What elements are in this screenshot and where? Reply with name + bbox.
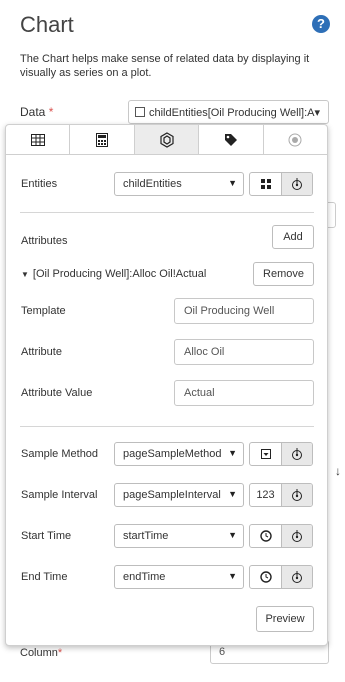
attribute-label: Attribute <box>21 346 62 358</box>
dynamic-value-icon[interactable] <box>281 484 312 506</box>
panel-tabs <box>6 125 327 155</box>
add-attribute-button[interactable]: Add <box>272 225 314 249</box>
divider <box>20 426 314 427</box>
attribute-field[interactable]: Alloc Oil <box>174 339 314 365</box>
start-time-value: startTime <box>123 530 169 542</box>
template-label: Template <box>21 305 66 317</box>
calculator-icon <box>96 132 109 147</box>
attributes-label: Attributes <box>21 235 68 247</box>
start-time-label: Start Time <box>21 530 72 542</box>
sample-interval-value: pageSampleInterval <box>123 489 221 501</box>
help-icon[interactable]: ? <box>312 15 330 33</box>
page-title: Chart <box>20 12 74 37</box>
remove-attribute-button[interactable]: Remove <box>253 262 314 286</box>
tab-calculator[interactable] <box>70 125 135 154</box>
sample-interval-label: Sample Interval <box>21 489 98 501</box>
clock-icon[interactable] <box>250 525 281 547</box>
sample-method-value: pageSampleMethod <box>123 448 222 460</box>
table-icon <box>30 133 45 146</box>
caret-down-icon: ▼ <box>228 489 237 499</box>
data-source-panel: Entities childEntities ▼ Attributes Add ▼… <box>5 124 328 646</box>
caret-down-icon: ▼ <box>228 178 237 188</box>
tag-icon <box>224 133 237 146</box>
dropdown-box-icon[interactable] <box>250 443 281 465</box>
sample-interval-toggle[interactable]: 123 <box>249 483 313 507</box>
attribute-value-field[interactable]: Actual <box>174 380 314 406</box>
caret-down-icon: ▼ <box>228 571 237 581</box>
sample-method-select[interactable]: pageSampleMethod ▼ <box>114 442 244 466</box>
dynamic-value-icon[interactable] <box>281 443 312 465</box>
start-time-toggle[interactable] <box>249 524 313 548</box>
required-mark: * <box>48 105 54 119</box>
resize-handle-icon[interactable]: ↓ <box>335 464 341 478</box>
template-field[interactable]: Oil Producing Well <box>174 298 314 324</box>
page-description: The Chart helps make sense of related da… <box>20 53 310 79</box>
end-time-label: End Time <box>21 571 68 583</box>
dynamic-value-icon[interactable] <box>281 173 312 195</box>
end-time-select[interactable]: endTime ▼ <box>114 565 244 589</box>
data-source-value: childEntities[Oil Producing Well]:A▾ <box>149 107 320 119</box>
clock-icon[interactable] <box>250 566 281 588</box>
tab-asset[interactable] <box>134 125 200 154</box>
entities-value: childEntities <box>123 178 182 190</box>
asset-hexagon-icon <box>159 131 174 148</box>
column-label: Column* <box>20 647 63 659</box>
target-icon <box>288 133 302 146</box>
caret-down-icon: ▼ <box>228 530 237 540</box>
start-time-select[interactable]: startTime ▼ <box>114 524 244 548</box>
tab-tag[interactable] <box>199 125 264 154</box>
data-source-select[interactable]: childEntities[Oil Producing Well]:A▾ <box>128 100 329 124</box>
sample-interval-select[interactable]: pageSampleInterval ▼ <box>114 483 244 507</box>
attribute-item-label: [Oil Producing Well]:Alloc Oil!Actual <box>32 268 207 280</box>
caret-down-icon[interactable]: ▼ <box>21 270 29 279</box>
sample-method-label: Sample Method <box>21 448 99 460</box>
end-time-value: endTime <box>123 571 166 583</box>
end-time-toggle[interactable] <box>249 565 313 589</box>
numeric-entry-button[interactable]: 123 <box>250 484 281 506</box>
caret-down-icon: ▼ <box>228 448 237 458</box>
attribute-item[interactable]: ▼ [Oil Producing Well]:Alloc Oil!Actual <box>21 268 206 280</box>
divider <box>20 212 314 213</box>
dynamic-value-icon[interactable] <box>281 566 312 588</box>
entities-label: Entities <box>21 178 58 190</box>
preview-button[interactable]: Preview <box>256 606 314 632</box>
grid-icon[interactable] <box>250 173 281 195</box>
entities-select[interactable]: childEntities ▼ <box>114 172 244 196</box>
tab-table[interactable] <box>6 125 71 154</box>
sample-method-toggle[interactable] <box>249 442 313 466</box>
data-label: Data * <box>20 105 54 119</box>
entities-mode-toggle[interactable] <box>249 172 313 196</box>
table-icon <box>135 107 145 117</box>
attribute-value-label: Attribute Value <box>21 387 93 399</box>
dynamic-value-icon[interactable] <box>281 525 312 547</box>
tab-target[interactable] <box>264 125 327 154</box>
